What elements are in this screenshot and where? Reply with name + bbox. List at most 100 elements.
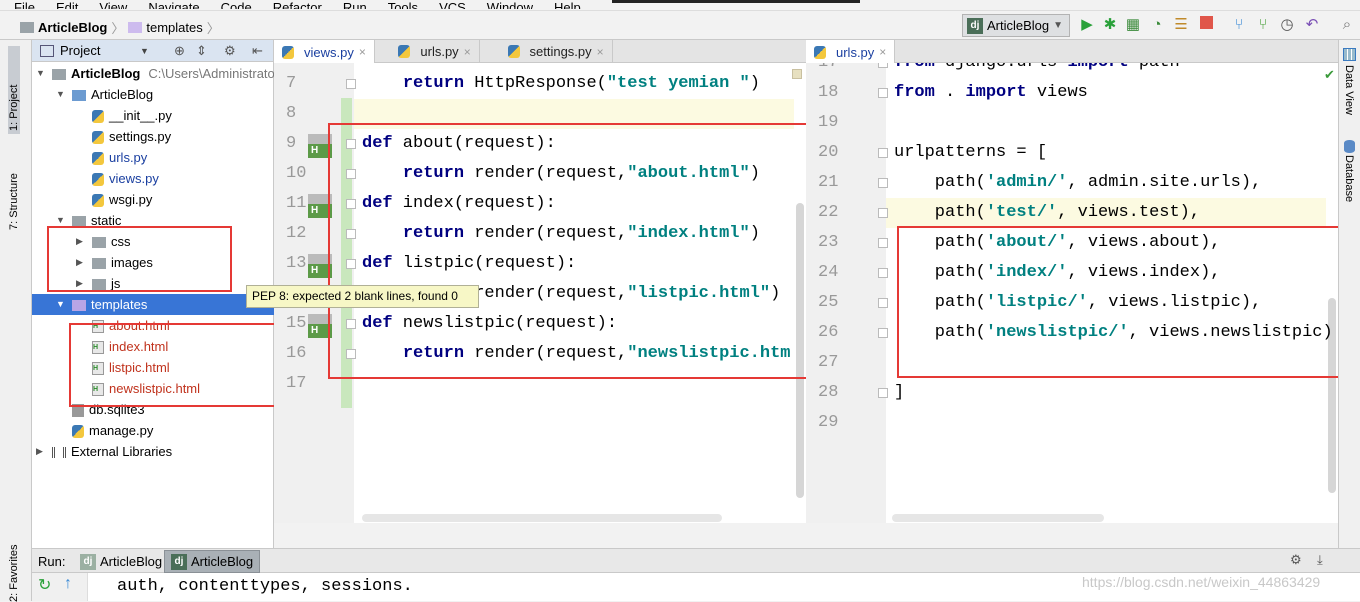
project-view-select[interactable]: Project bbox=[60, 43, 100, 58]
tree-item[interactable]: Habout.html bbox=[32, 315, 274, 336]
chevron-down-icon[interactable]: ▼ bbox=[140, 46, 149, 56]
chevron-down-icon[interactable]: ▼ bbox=[36, 63, 45, 84]
chevron-down-icon[interactable]: ▼ bbox=[56, 210, 65, 231]
horizontal-scrollbar[interactable] bbox=[892, 514, 1104, 522]
fold-marker-icon[interactable] bbox=[346, 349, 356, 359]
fold-marker-icon[interactable] bbox=[878, 328, 888, 338]
horizontal-scrollbar[interactable] bbox=[362, 514, 722, 522]
menu-item-view[interactable]: View bbox=[99, 1, 127, 9]
tree-item[interactable]: urls.py bbox=[32, 147, 274, 168]
fold-marker-icon[interactable] bbox=[878, 268, 888, 278]
history-icon[interactable]: ◷ bbox=[1278, 16, 1296, 34]
html-gutter-icon[interactable]: H bbox=[308, 314, 332, 338]
stop-icon[interactable] bbox=[1197, 16, 1215, 34]
vcs-update-icon[interactable]: ⑂ bbox=[1230, 16, 1248, 34]
scroll-up-icon[interactable]: ↑ bbox=[64, 575, 72, 593]
tree-item[interactable]: ▶ images bbox=[32, 252, 274, 273]
tree-item[interactable]: __init__.py bbox=[32, 105, 274, 126]
chevron-down-icon[interactable]: ▼ bbox=[56, 294, 65, 315]
breadcrumb-project[interactable]: ArticleBlog bbox=[38, 20, 107, 35]
tool-window-database[interactable]: Database bbox=[1343, 155, 1355, 202]
tab-views-py[interactable]: views.py × bbox=[274, 40, 375, 64]
menu-item-run[interactable]: Run bbox=[343, 1, 367, 9]
tree-item[interactable]: manage.py bbox=[32, 420, 274, 441]
chevron-down-icon[interactable]: ▼ bbox=[56, 84, 65, 105]
vertical-scrollbar[interactable] bbox=[796, 203, 804, 498]
tool-window-favorites[interactable]: 2: Favorites bbox=[8, 532, 20, 602]
menu-item-refactor[interactable]: Refactor bbox=[273, 1, 322, 9]
fold-marker-icon[interactable] bbox=[346, 229, 356, 239]
tree-item[interactable]: ▼ static bbox=[32, 210, 274, 231]
hide-panel-icon[interactable]: ⤓ bbox=[1317, 552, 1323, 568]
tree-item[interactable]: Hindex.html bbox=[32, 336, 274, 357]
run-tab[interactable]: dj ArticleBlog bbox=[74, 550, 168, 573]
vcs-commit-icon[interactable]: ⑂ bbox=[1254, 16, 1272, 34]
tab-urls-py[interactable]: urls.py × bbox=[390, 40, 480, 63]
fold-marker-icon[interactable] bbox=[878, 388, 888, 398]
menu-item-edit[interactable]: Edit bbox=[56, 1, 78, 9]
html-gutter-icon[interactable]: H bbox=[308, 194, 332, 218]
tree-item[interactable]: wsgi.py bbox=[32, 189, 274, 210]
fold-marker-icon[interactable] bbox=[346, 199, 356, 209]
menu-item-code[interactable]: Code bbox=[221, 1, 252, 9]
collapse-all-icon[interactable]: ⇕ bbox=[196, 43, 207, 59]
tool-window-data-view[interactable]: Data View bbox=[1343, 65, 1355, 115]
close-icon[interactable]: × bbox=[464, 45, 471, 59]
coverage-icon[interactable]: ▦ bbox=[1124, 16, 1142, 34]
tab-settings-py[interactable]: settings.py × bbox=[500, 40, 613, 63]
breadcrumb-templates[interactable]: templates bbox=[146, 20, 202, 35]
fold-marker-icon[interactable] bbox=[878, 63, 888, 68]
debug-icon[interactable]: ✱ bbox=[1101, 16, 1119, 34]
chevron-right-icon[interactable]: ▶ bbox=[76, 231, 83, 252]
hide-panel-icon[interactable]: ⇤ bbox=[252, 43, 263, 59]
profile-icon[interactable]: ◔ bbox=[1148, 16, 1166, 34]
tree-item[interactable]: Hlistpic.html bbox=[32, 357, 274, 378]
chevron-right-icon[interactable]: ▶ bbox=[76, 273, 83, 294]
run-icon[interactable]: ▶ bbox=[1078, 16, 1096, 34]
chevron-right-icon[interactable]: ▶ bbox=[76, 252, 83, 273]
tree-item[interactable]: views.py bbox=[32, 168, 274, 189]
tree-item[interactable]: ▶ External Libraries bbox=[32, 441, 274, 462]
tool-window-structure[interactable]: 7: Structure bbox=[8, 140, 20, 230]
tree-item[interactable]: ▶ js bbox=[32, 273, 274, 294]
tab-urls-py[interactable]: urls.py × bbox=[806, 40, 896, 64]
close-icon[interactable]: × bbox=[359, 45, 366, 59]
fold-marker-icon[interactable] bbox=[878, 298, 888, 308]
gear-icon[interactable]: ⚙ bbox=[1290, 552, 1302, 568]
tree-item[interactable]: ▼ ArticleBlog bbox=[32, 84, 274, 105]
right-editor[interactable]: ✔ 17 from django.urls import path 18 from .… bbox=[806, 63, 1338, 523]
fold-marker-icon[interactable] bbox=[878, 238, 888, 248]
locate-icon[interactable]: ⊕ bbox=[174, 43, 185, 59]
menu-item-vcs[interactable]: VCS bbox=[439, 1, 466, 9]
search-icon[interactable]: ⌕ bbox=[1338, 16, 1356, 34]
concurrency-icon[interactable]: ☰ bbox=[1172, 16, 1190, 34]
menu-item-window[interactable]: Window bbox=[487, 1, 533, 9]
fold-marker-icon[interactable] bbox=[346, 79, 356, 89]
gear-icon[interactable]: ⚙ bbox=[224, 43, 236, 59]
tree-item[interactable]: db.sqlite3 bbox=[32, 399, 274, 420]
tool-window-project[interactable]: 1: Project bbox=[8, 46, 20, 134]
tree-item[interactable]: ▼ templates bbox=[32, 294, 274, 315]
fold-marker-icon[interactable] bbox=[346, 139, 356, 149]
tree-item[interactable]: ▶ css bbox=[32, 231, 274, 252]
tree-item[interactable]: ▼ ArticleBlog C:\Users\Administrato bbox=[32, 63, 275, 84]
fold-marker-icon[interactable] bbox=[346, 259, 356, 269]
menu-item-navigate[interactable]: Navigate bbox=[148, 1, 199, 9]
fold-marker-icon[interactable] bbox=[878, 88, 888, 98]
tree-item[interactable]: settings.py bbox=[32, 126, 274, 147]
fold-marker-icon[interactable] bbox=[878, 178, 888, 188]
html-gutter-icon[interactable]: H bbox=[308, 134, 332, 158]
revert-icon[interactable]: ↶ bbox=[1303, 16, 1321, 34]
close-icon[interactable]: × bbox=[879, 45, 886, 59]
chevron-right-icon[interactable]: ▶ bbox=[36, 441, 43, 462]
fold-marker-icon[interactable] bbox=[878, 208, 888, 218]
close-icon[interactable]: × bbox=[597, 45, 604, 59]
menu-item-tools[interactable]: Tools bbox=[388, 1, 418, 9]
run-configuration-select[interactable]: dj ArticleBlog ▼ bbox=[962, 14, 1070, 37]
tree-item[interactable]: Hnewslistpic.html bbox=[32, 378, 274, 399]
menu-item-help[interactable]: Help bbox=[554, 1, 581, 9]
inspection-status-icon[interactable] bbox=[792, 69, 802, 79]
run-tab-active[interactable]: dj ArticleBlog bbox=[164, 550, 261, 573]
html-gutter-icon[interactable]: H bbox=[308, 254, 332, 278]
fold-marker-icon[interactable] bbox=[878, 148, 888, 158]
